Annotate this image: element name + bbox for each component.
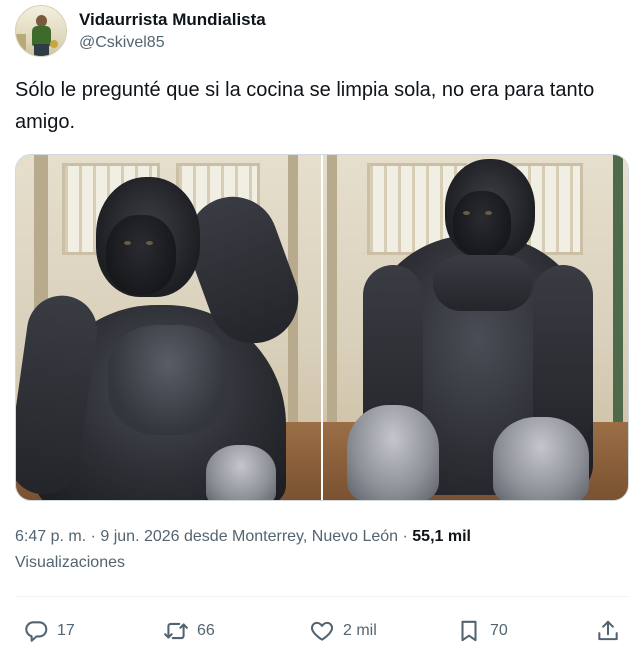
gorilla-face <box>106 215 176 295</box>
heart-icon <box>310 621 334 641</box>
retweet-count: 66 <box>197 622 215 639</box>
reply-count: 17 <box>57 622 75 639</box>
bookmark-icon <box>461 620 477 642</box>
author-display-name[interactable]: Vidaurrista Mundialista <box>79 9 266 31</box>
views-count: 55,1 mil <box>412 528 471 545</box>
tweet-header: Vidaurrista Mundialista @Cskivel85 <box>15 4 266 58</box>
gorilla-eye <box>485 211 492 215</box>
reply-button[interactable]: 17 <box>23 618 75 644</box>
like-button[interactable]: 2 mil <box>309 618 377 644</box>
author-names: Vidaurrista Mundialista @Cskivel85 <box>79 9 266 54</box>
tweet-meta: 6:47 p. m. · 9 jun. 2026 desde Monterrey… <box>15 524 627 576</box>
gorilla-chest <box>108 325 228 435</box>
gorilla-hand-at-chin <box>433 255 533 311</box>
gorilla-leg <box>206 445 276 500</box>
reply-icon <box>25 621 48 642</box>
bookmark-count: 70 <box>490 622 508 639</box>
tweet-text: Sólo le pregunté que si la cocina se lim… <box>15 79 595 133</box>
share-button[interactable] <box>595 618 621 644</box>
tweet-actions: 17 66 2 mil 70 <box>15 606 629 654</box>
views-label: Visualizaciones <box>15 554 125 571</box>
bookmark-button[interactable]: 70 <box>456 618 508 644</box>
gorilla-leg <box>493 417 589 500</box>
avatar-ball <box>50 40 58 48</box>
author-handle[interactable]: @Cskivel85 <box>79 32 266 54</box>
tweet-media[interactable] <box>15 154 629 501</box>
photo-right[interactable] <box>323 155 628 500</box>
retweet-button[interactable]: 66 <box>163 618 215 644</box>
gorilla-face <box>453 191 511 257</box>
share-icon <box>598 620 618 641</box>
avatar-figure-body <box>32 26 51 46</box>
actions-divider <box>15 596 629 597</box>
gorilla-leg <box>347 405 439 500</box>
gorilla-eye <box>146 241 153 245</box>
like-count: 2 mil <box>343 622 377 639</box>
gorilla-eye <box>124 241 131 245</box>
photo-left[interactable] <box>16 155 321 500</box>
avatar-figure-legs <box>34 44 49 56</box>
gorilla-eye <box>463 211 470 215</box>
avatar[interactable] <box>15 5 67 57</box>
avatar-wall <box>16 34 26 56</box>
tweet-timestamp[interactable]: 6:47 p. m. · 9 jun. 2026 desde Monterrey… <box>15 528 408 545</box>
retweet-icon <box>164 622 188 640</box>
